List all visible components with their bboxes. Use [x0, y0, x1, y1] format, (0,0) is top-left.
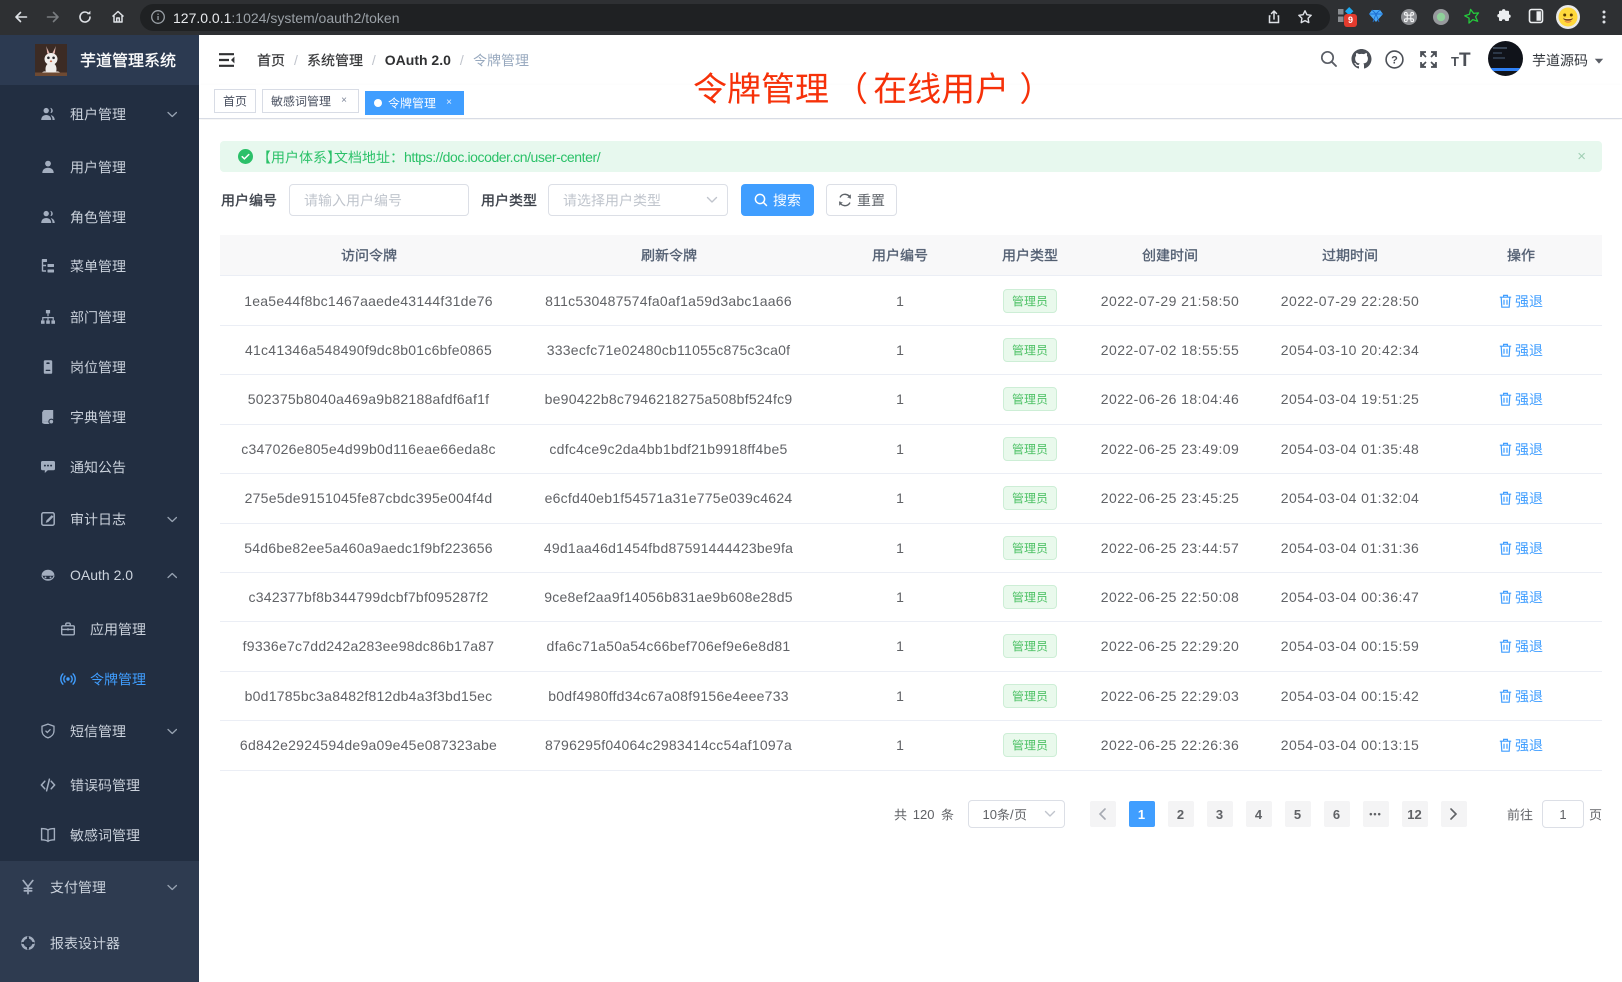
- svg-text:?: ?: [1391, 55, 1398, 67]
